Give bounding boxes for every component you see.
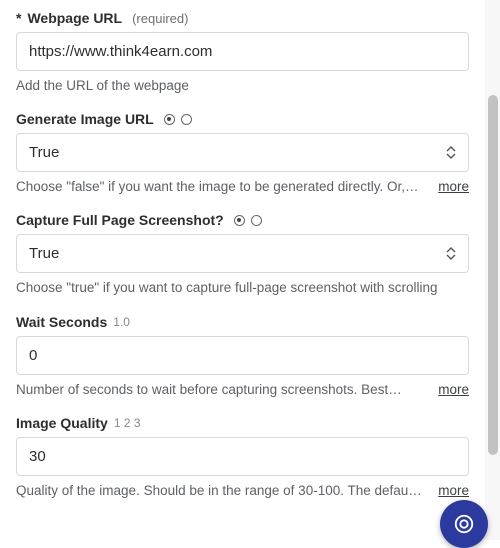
more-link[interactable]: more	[438, 382, 469, 397]
capture-full-page-label: Capture Full Page Screenshot?	[16, 212, 224, 228]
scrollbar-track[interactable]	[485, 0, 500, 540]
image-quality-input[interactable]	[16, 437, 469, 476]
field-image-quality: Image Quality 1 2 3 Quality of the image…	[16, 415, 469, 500]
generate-image-url-select[interactable]: True	[16, 133, 469, 172]
form-scroll-area: * Webpage URL (required) Add the URL of …	[0, 0, 485, 540]
image-quality-annot: 1 2 3	[114, 416, 141, 430]
more-link[interactable]: more	[438, 483, 469, 498]
help-fab-button[interactable]	[440, 500, 488, 548]
help-row: Choose "true" if you want to capture ful…	[16, 279, 469, 297]
radio-option-2[interactable]	[181, 114, 192, 125]
field-capture-full-page: Capture Full Page Screenshot? True Choos…	[16, 212, 469, 297]
chevron-updown-icon	[446, 146, 456, 159]
label-row: Generate Image URL	[16, 111, 469, 127]
capture-full-page-help: Choose "true" if you want to capture ful…	[16, 279, 469, 297]
required-text: (required)	[132, 11, 188, 26]
wait-seconds-help: Number of seconds to wait before capturi…	[16, 381, 426, 399]
wait-seconds-input[interactable]	[16, 336, 469, 375]
label-row: * Webpage URL (required)	[16, 10, 469, 26]
help-icon	[453, 513, 475, 535]
generate-image-url-label: Generate Image URL	[16, 111, 154, 127]
webpage-url-input[interactable]	[16, 32, 469, 71]
help-row: Quality of the image. Should be in the r…	[16, 482, 469, 500]
help-row: Number of seconds to wait before capturi…	[16, 381, 469, 399]
scrollbar-thumb[interactable]	[488, 95, 498, 455]
required-star: *	[16, 10, 21, 26]
select-value: True	[29, 144, 59, 161]
field-wait-seconds: Wait Seconds 1.0 Number of seconds to wa…	[16, 314, 469, 399]
image-quality-label: Image Quality	[16, 415, 108, 431]
radio-option-2[interactable]	[251, 215, 262, 226]
wait-seconds-label: Wait Seconds	[16, 314, 107, 330]
radio-group	[164, 114, 192, 125]
radio-option-1[interactable]	[234, 215, 245, 226]
more-link[interactable]: more	[438, 179, 469, 194]
webpage-url-label: Webpage URL	[27, 10, 122, 26]
webpage-url-help: Add the URL of the webpage	[16, 77, 469, 95]
radio-option-1[interactable]	[164, 114, 175, 125]
help-row: Choose "false" if you want the image to …	[16, 178, 469, 196]
label-row: Image Quality 1 2 3	[16, 415, 469, 431]
label-row: Capture Full Page Screenshot?	[16, 212, 469, 228]
capture-full-page-select[interactable]: True	[16, 234, 469, 273]
help-row: Add the URL of the webpage	[16, 77, 469, 95]
select-value: True	[29, 245, 59, 262]
label-row: Wait Seconds 1.0	[16, 314, 469, 330]
field-generate-image-url: Generate Image URL True Choose "false" i…	[16, 111, 469, 196]
field-webpage-url: * Webpage URL (required) Add the URL of …	[16, 10, 469, 95]
image-quality-help: Quality of the image. Should be in the r…	[16, 482, 426, 500]
radio-group	[234, 215, 262, 226]
wait-seconds-annot: 1.0	[113, 315, 130, 329]
chevron-updown-icon	[446, 247, 456, 260]
generate-image-url-help: Choose "false" if you want the image to …	[16, 178, 426, 196]
